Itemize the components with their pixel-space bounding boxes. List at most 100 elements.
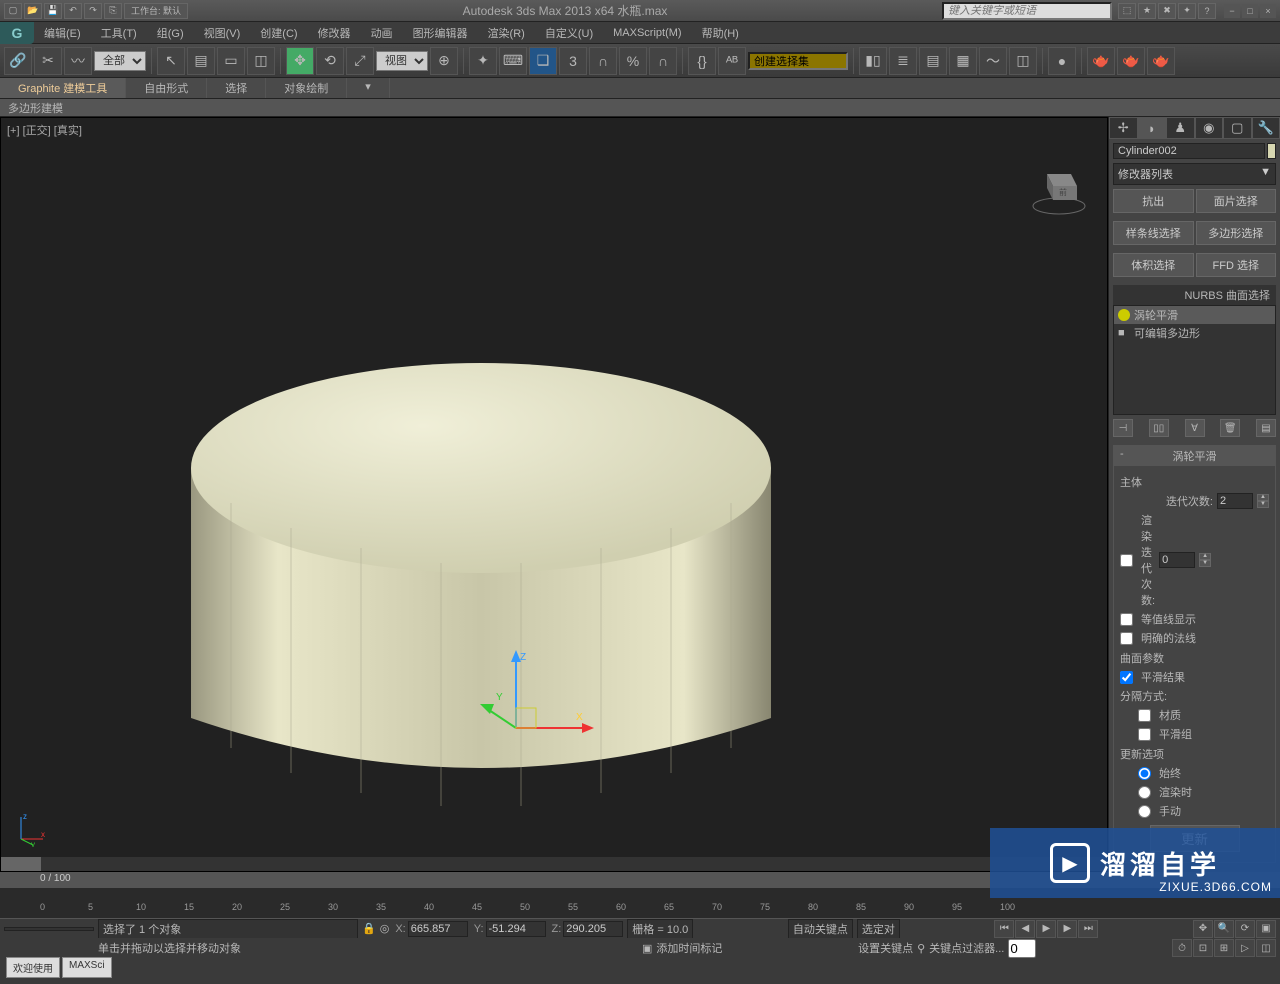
curve-editor-icon[interactable]: 〜: [979, 47, 1007, 75]
render-production-icon[interactable]: 🫖: [1147, 47, 1175, 75]
object-color-swatch[interactable]: [1267, 143, 1276, 159]
select-manipulate-icon[interactable]: ✦: [469, 47, 497, 75]
keyfilter-button[interactable]: 关键点过滤器...: [929, 940, 1004, 956]
iterations-input[interactable]: [1217, 493, 1253, 509]
coord-x-input[interactable]: [408, 921, 468, 937]
select-scale-icon[interactable]: ⤢: [346, 47, 374, 75]
spinner-snap-icon[interactable]: %: [619, 47, 647, 75]
maximize-viewport-icon[interactable]: ▣: [1256, 920, 1276, 938]
render-iter-checkbox[interactable]: [1120, 554, 1133, 567]
select-region-icon[interactable]: ▭: [217, 47, 245, 75]
maximize-button[interactable]: □: [1242, 4, 1258, 18]
menu-customize[interactable]: 自定义(U): [535, 25, 603, 41]
qat-undo-icon[interactable]: ↶: [64, 3, 82, 19]
close-button[interactable]: ×: [1260, 4, 1276, 18]
coord-y-input[interactable]: [486, 921, 546, 937]
menu-help[interactable]: 帮助(H): [692, 25, 749, 41]
viewcube[interactable]: 前: [1029, 158, 1089, 218]
btn-ffdselect[interactable]: FFD 选择: [1196, 253, 1277, 277]
qat-save-icon[interactable]: 💾: [44, 3, 62, 19]
autokey-button[interactable]: 自动关键点: [788, 919, 853, 939]
modifier-stack[interactable]: 涡轮平滑 ■ 可编辑多边形: [1113, 305, 1276, 415]
tab-display-icon[interactable]: ▢: [1223, 117, 1252, 139]
btn-volselect[interactable]: 体积选择: [1113, 253, 1194, 277]
radio-always[interactable]: [1138, 767, 1151, 780]
fov-icon[interactable]: ▷: [1235, 939, 1255, 957]
make-unique-icon[interactable]: ∀: [1185, 419, 1205, 437]
ribbon-tab-graphite[interactable]: Graphite 建模工具: [0, 78, 126, 98]
tab-hierarchy-icon[interactable]: ♟: [1166, 117, 1195, 139]
schematic-view-icon[interactable]: ◫: [1009, 47, 1037, 75]
favorites-icon[interactable]: ★: [1138, 3, 1156, 19]
tab-utilities-icon[interactable]: 🔧: [1252, 117, 1280, 139]
isoline-checkbox[interactable]: [1120, 613, 1133, 626]
application-button[interactable]: G: [0, 22, 34, 44]
pan-icon[interactable]: ✥: [1193, 920, 1213, 938]
named-sel-abc-icon[interactable]: ᴬᴮ: [718, 47, 746, 75]
play-icon[interactable]: ▶: [1036, 920, 1056, 938]
qat-redo-icon[interactable]: ↷: [84, 3, 102, 19]
show-end-result-icon[interactable]: ▯▯: [1149, 419, 1169, 437]
layer-manager-icon[interactable]: ▤: [919, 47, 947, 75]
qat-link-icon[interactable]: ⎘: [104, 3, 122, 19]
menu-animation[interactable]: 动画: [361, 25, 403, 41]
lock-icon[interactable]: 🔒: [362, 922, 376, 935]
bind-spacewarp-icon[interactable]: 〰: [64, 47, 92, 75]
qat-new-icon[interactable]: ▢: [4, 3, 22, 19]
material-editor-icon[interactable]: ●: [1048, 47, 1076, 75]
select-rotate-icon[interactable]: ⟲: [316, 47, 344, 75]
help-search-input[interactable]: [942, 2, 1112, 20]
maxscript-tab[interactable]: MAXSci: [62, 957, 112, 978]
menu-maxscript[interactable]: MAXScript(M): [603, 27, 691, 39]
goto-end-icon[interactable]: ⏭: [1078, 920, 1098, 938]
tab-motion-icon[interactable]: ◉: [1195, 117, 1224, 139]
rollout-header[interactable]: 涡轮平滑: [1114, 446, 1275, 466]
mirror-icon[interactable]: ▮▯: [859, 47, 887, 75]
graphite-toggle-icon[interactable]: ▦: [949, 47, 977, 75]
btn-patchselect[interactable]: 面片选择: [1196, 189, 1277, 213]
workspace-dropdown[interactable]: 工作台: 默认: [124, 3, 188, 19]
menu-create[interactable]: 创建(C): [250, 25, 307, 41]
viewport-hscrollbar[interactable]: [1, 857, 1107, 871]
select-by-name-icon[interactable]: ▤: [187, 47, 215, 75]
welcome-tab[interactable]: 欢迎使用: [6, 957, 60, 978]
object-name-field[interactable]: [1113, 143, 1265, 159]
percent-snap-icon[interactable]: ∩: [589, 47, 617, 75]
menu-modifiers[interactable]: 修改器: [308, 25, 361, 41]
exchange-icon[interactable]: ✖: [1158, 3, 1176, 19]
btn-splineselect[interactable]: 样条线选择: [1113, 221, 1194, 245]
selection-set-status[interactable]: 选定对: [857, 919, 900, 939]
edit-named-sel-icon[interactable]: ∩: [649, 47, 677, 75]
isolate-icon[interactable]: ◎: [380, 922, 390, 935]
pin-stack-icon[interactable]: ⊣: [1113, 419, 1133, 437]
render-iter-spinner[interactable]: ▲▼: [1199, 553, 1211, 567]
addtimetag-icon[interactable]: ▣: [642, 942, 652, 955]
tab-create-icon[interactable]: ✢: [1109, 117, 1138, 139]
current-frame-input[interactable]: [1008, 939, 1036, 958]
smooth-result-checkbox[interactable]: [1120, 671, 1133, 684]
menu-group[interactable]: 组(G): [147, 25, 194, 41]
bulb-icon[interactable]: [1118, 309, 1130, 321]
menu-rendering[interactable]: 渲染(R): [478, 25, 535, 41]
pivot-center-icon[interactable]: ⊕: [430, 47, 458, 75]
qat-open-icon[interactable]: 📂: [24, 3, 42, 19]
addtimetag-label[interactable]: 添加时间标记: [656, 940, 722, 956]
render-iter-input[interactable]: [1159, 552, 1195, 568]
radio-manual[interactable]: [1138, 805, 1151, 818]
keyfilters-icon[interactable]: ⚲: [917, 942, 925, 955]
ribbon-panel-polymodeling[interactable]: 多边形建模: [0, 99, 1280, 117]
zoom-icon[interactable]: 🔍: [1214, 920, 1234, 938]
prev-frame-icon[interactable]: ◀: [1015, 920, 1035, 938]
min-max-icon[interactable]: ◫: [1256, 939, 1276, 957]
signin-icon[interactable]: ✦: [1178, 3, 1196, 19]
ribbon-tab-objectpaint[interactable]: 对象绘制: [266, 78, 347, 98]
unlink-icon[interactable]: ✂: [34, 47, 62, 75]
viewport-label[interactable]: [+] [正交] [真实]: [7, 122, 82, 138]
snap-toggle-icon[interactable]: ❑: [529, 47, 557, 75]
stack-item-turbosmooth[interactable]: 涡轮平滑: [1114, 306, 1275, 324]
radio-render[interactable]: [1138, 786, 1151, 799]
btn-extrude[interactable]: 抗出: [1113, 189, 1194, 213]
minimize-button[interactable]: −: [1224, 4, 1240, 18]
reference-coord-dropdown[interactable]: 视图: [376, 51, 428, 71]
angle-snap-icon[interactable]: 3: [559, 47, 587, 75]
